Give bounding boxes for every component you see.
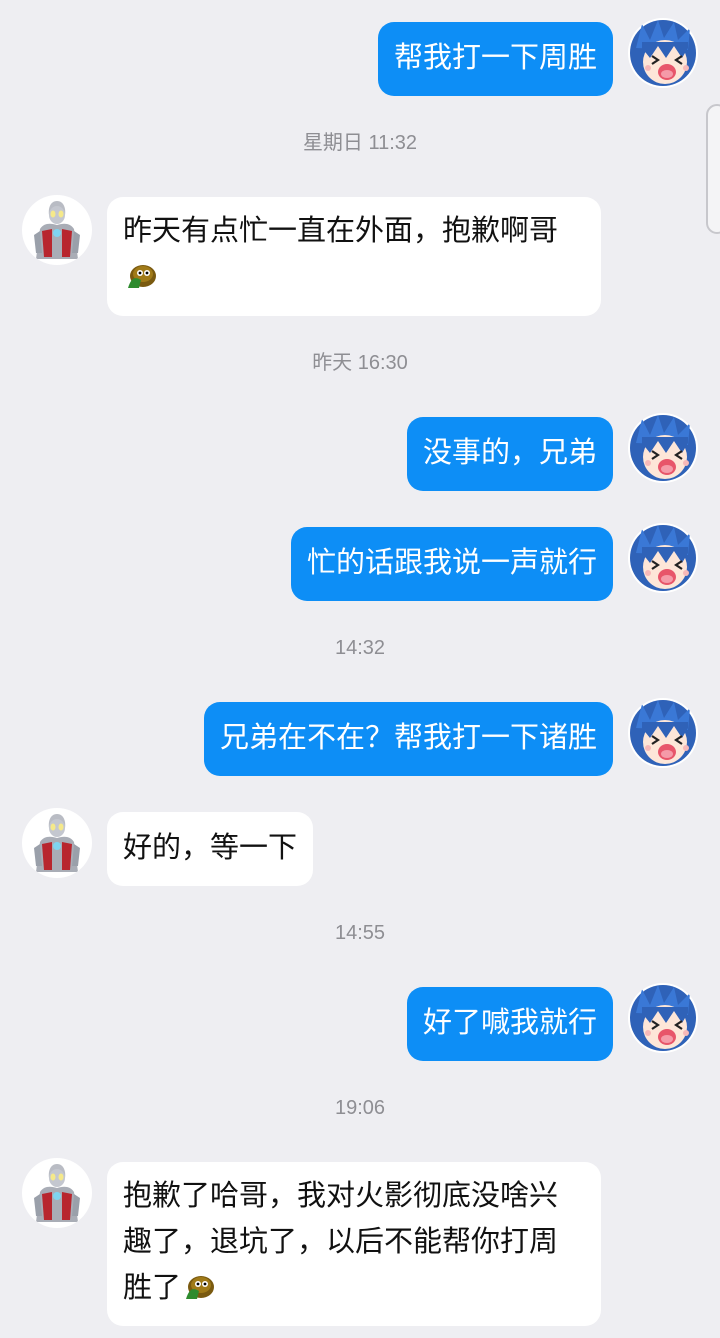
self-avatar[interactable] [628, 413, 698, 483]
incoming-message-bubble[interactable]: 好的，等一下 [107, 812, 314, 886]
outgoing-message-bubble[interactable]: 帮我打一下周胜 [377, 22, 613, 96]
outgoing-message-bubble[interactable]: 好了喊我就行 [406, 987, 613, 1061]
timestamp: 星期日 11:32 [302, 132, 418, 154]
self-avatar[interactable] [628, 18, 698, 88]
self-avatar[interactable] [628, 523, 698, 593]
message-text: 昨天有点忙一直在外面，抱歉啊哥 [123, 213, 559, 247]
contact-avatar[interactable] [22, 808, 92, 878]
side-drawer-handle[interactable] [706, 104, 720, 234]
turtle-emoji-icon [183, 1269, 215, 1301]
self-avatar[interactable] [628, 983, 698, 1053]
message-text: 好了喊我就行 [422, 1005, 597, 1039]
turtle-emoji-icon [125, 258, 157, 290]
incoming-message-bubble[interactable]: 抱歉了哈哥，我对火影彻底没啥兴趣了，退坑了，以后不能帮你打周胜了 [107, 1162, 601, 1326]
message-text: 帮我打一下周胜 [393, 40, 597, 74]
outgoing-message-bubble[interactable]: 没事的，兄弟 [406, 417, 613, 491]
timestamp: 19:06 [334, 1097, 386, 1119]
message-text: 忙的话跟我说一声就行 [306, 545, 597, 579]
contact-avatar[interactable] [22, 1158, 92, 1228]
timestamp: 昨天 16:30 [312, 352, 408, 374]
timestamp: 14:32 [334, 637, 386, 659]
incoming-message-bubble[interactable]: 昨天有点忙一直在外面，抱歉啊哥 [107, 197, 601, 316]
outgoing-message-bubble[interactable]: 忙的话跟我说一声就行 [290, 527, 613, 601]
message-text: 没事的，兄弟 [422, 435, 597, 469]
outgoing-message-bubble[interactable]: 兄弟在不在？帮我打一下诸胜 [203, 702, 613, 776]
timestamp: 14:55 [334, 922, 386, 944]
contact-avatar[interactable] [22, 195, 92, 265]
message-text: 兄弟在不在？帮我打一下诸胜 [219, 720, 597, 754]
message-text: 好的，等一下 [123, 830, 298, 864]
self-avatar[interactable] [628, 698, 698, 768]
